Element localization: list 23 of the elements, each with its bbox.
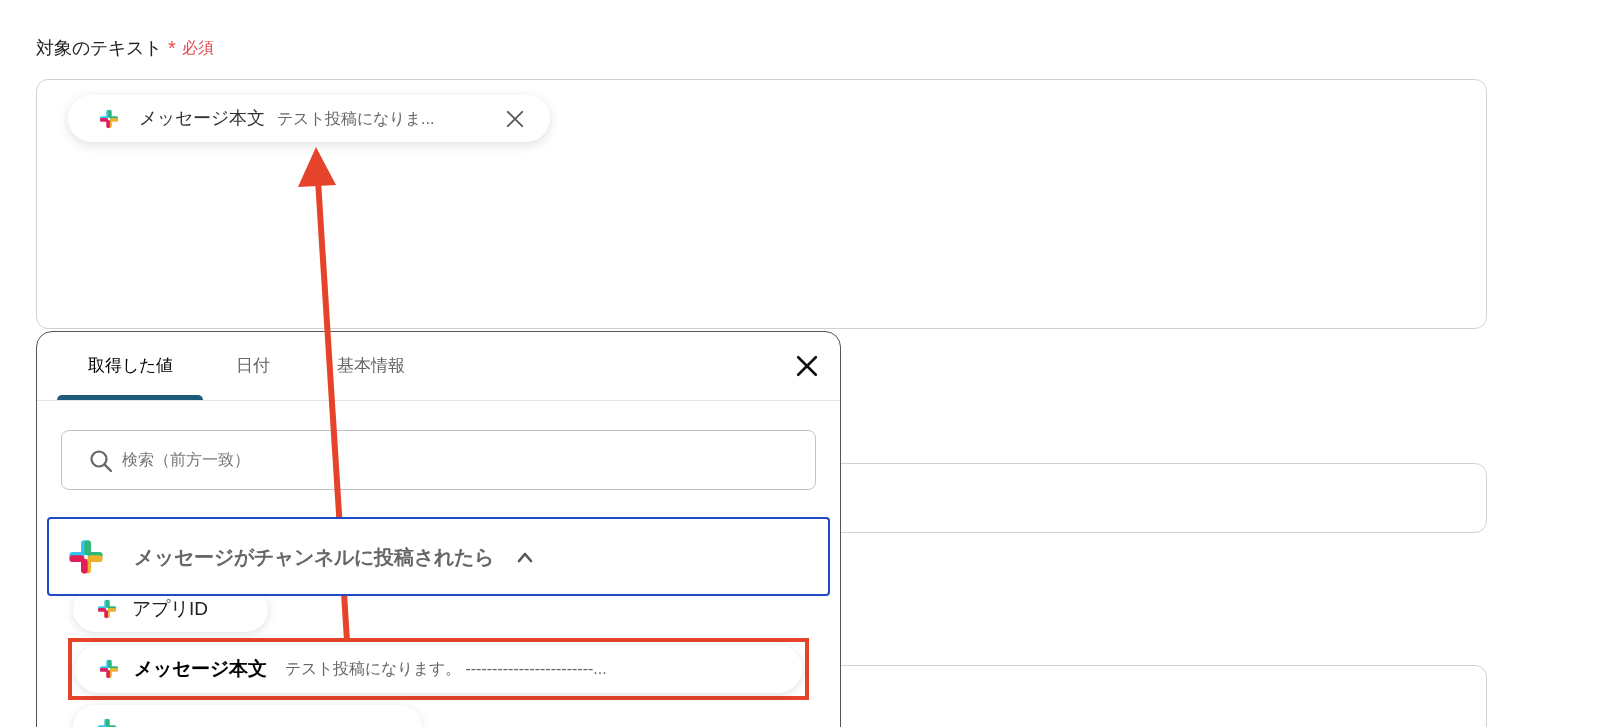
tab[interactable]: 基本情報 [303, 332, 415, 400]
search-field[interactable]: 検索（前方一致） [61, 429, 816, 491]
text-area[interactable]: メッセージ本文 テスト投稿になりま... [36, 79, 1487, 329]
variable-name: アプリID [132, 597, 208, 622]
remove-icon[interactable] [506, 109, 524, 128]
field-label: 対象のテキスト [36, 36, 162, 60]
variable-value: テスト投稿になります。 ------------------------... [285, 658, 607, 679]
group-title: メッセージがチャンネルに投稿されたら [134, 544, 494, 570]
variable-name: メッセージ本文 [134, 656, 267, 681]
close-icon[interactable] [796, 354, 818, 377]
variable-value: テスト投稿になりま... [277, 108, 435, 129]
slack-logo-icon [98, 107, 120, 130]
tab[interactable]: 日付 [203, 332, 303, 400]
variable-chip[interactable]: メッセージ本文 テスト投稿になりま... [68, 95, 550, 142]
search-icon [89, 448, 113, 473]
required-mark: * [168, 36, 176, 61]
variable-name: メッセージ本文 [139, 107, 265, 130]
slack-logo-icon [96, 598, 118, 621]
slack-logo-icon [98, 657, 120, 680]
required-text: 必須 [181, 38, 214, 58]
group-header[interactable]: メッセージがチャンネルに投稿されたら [47, 517, 830, 596]
variable-chip[interactable]: メッセージ本文 テスト投稿になります。 ------------------------... [75, 644, 802, 693]
tab[interactable]: 取得した値 [57, 332, 203, 400]
